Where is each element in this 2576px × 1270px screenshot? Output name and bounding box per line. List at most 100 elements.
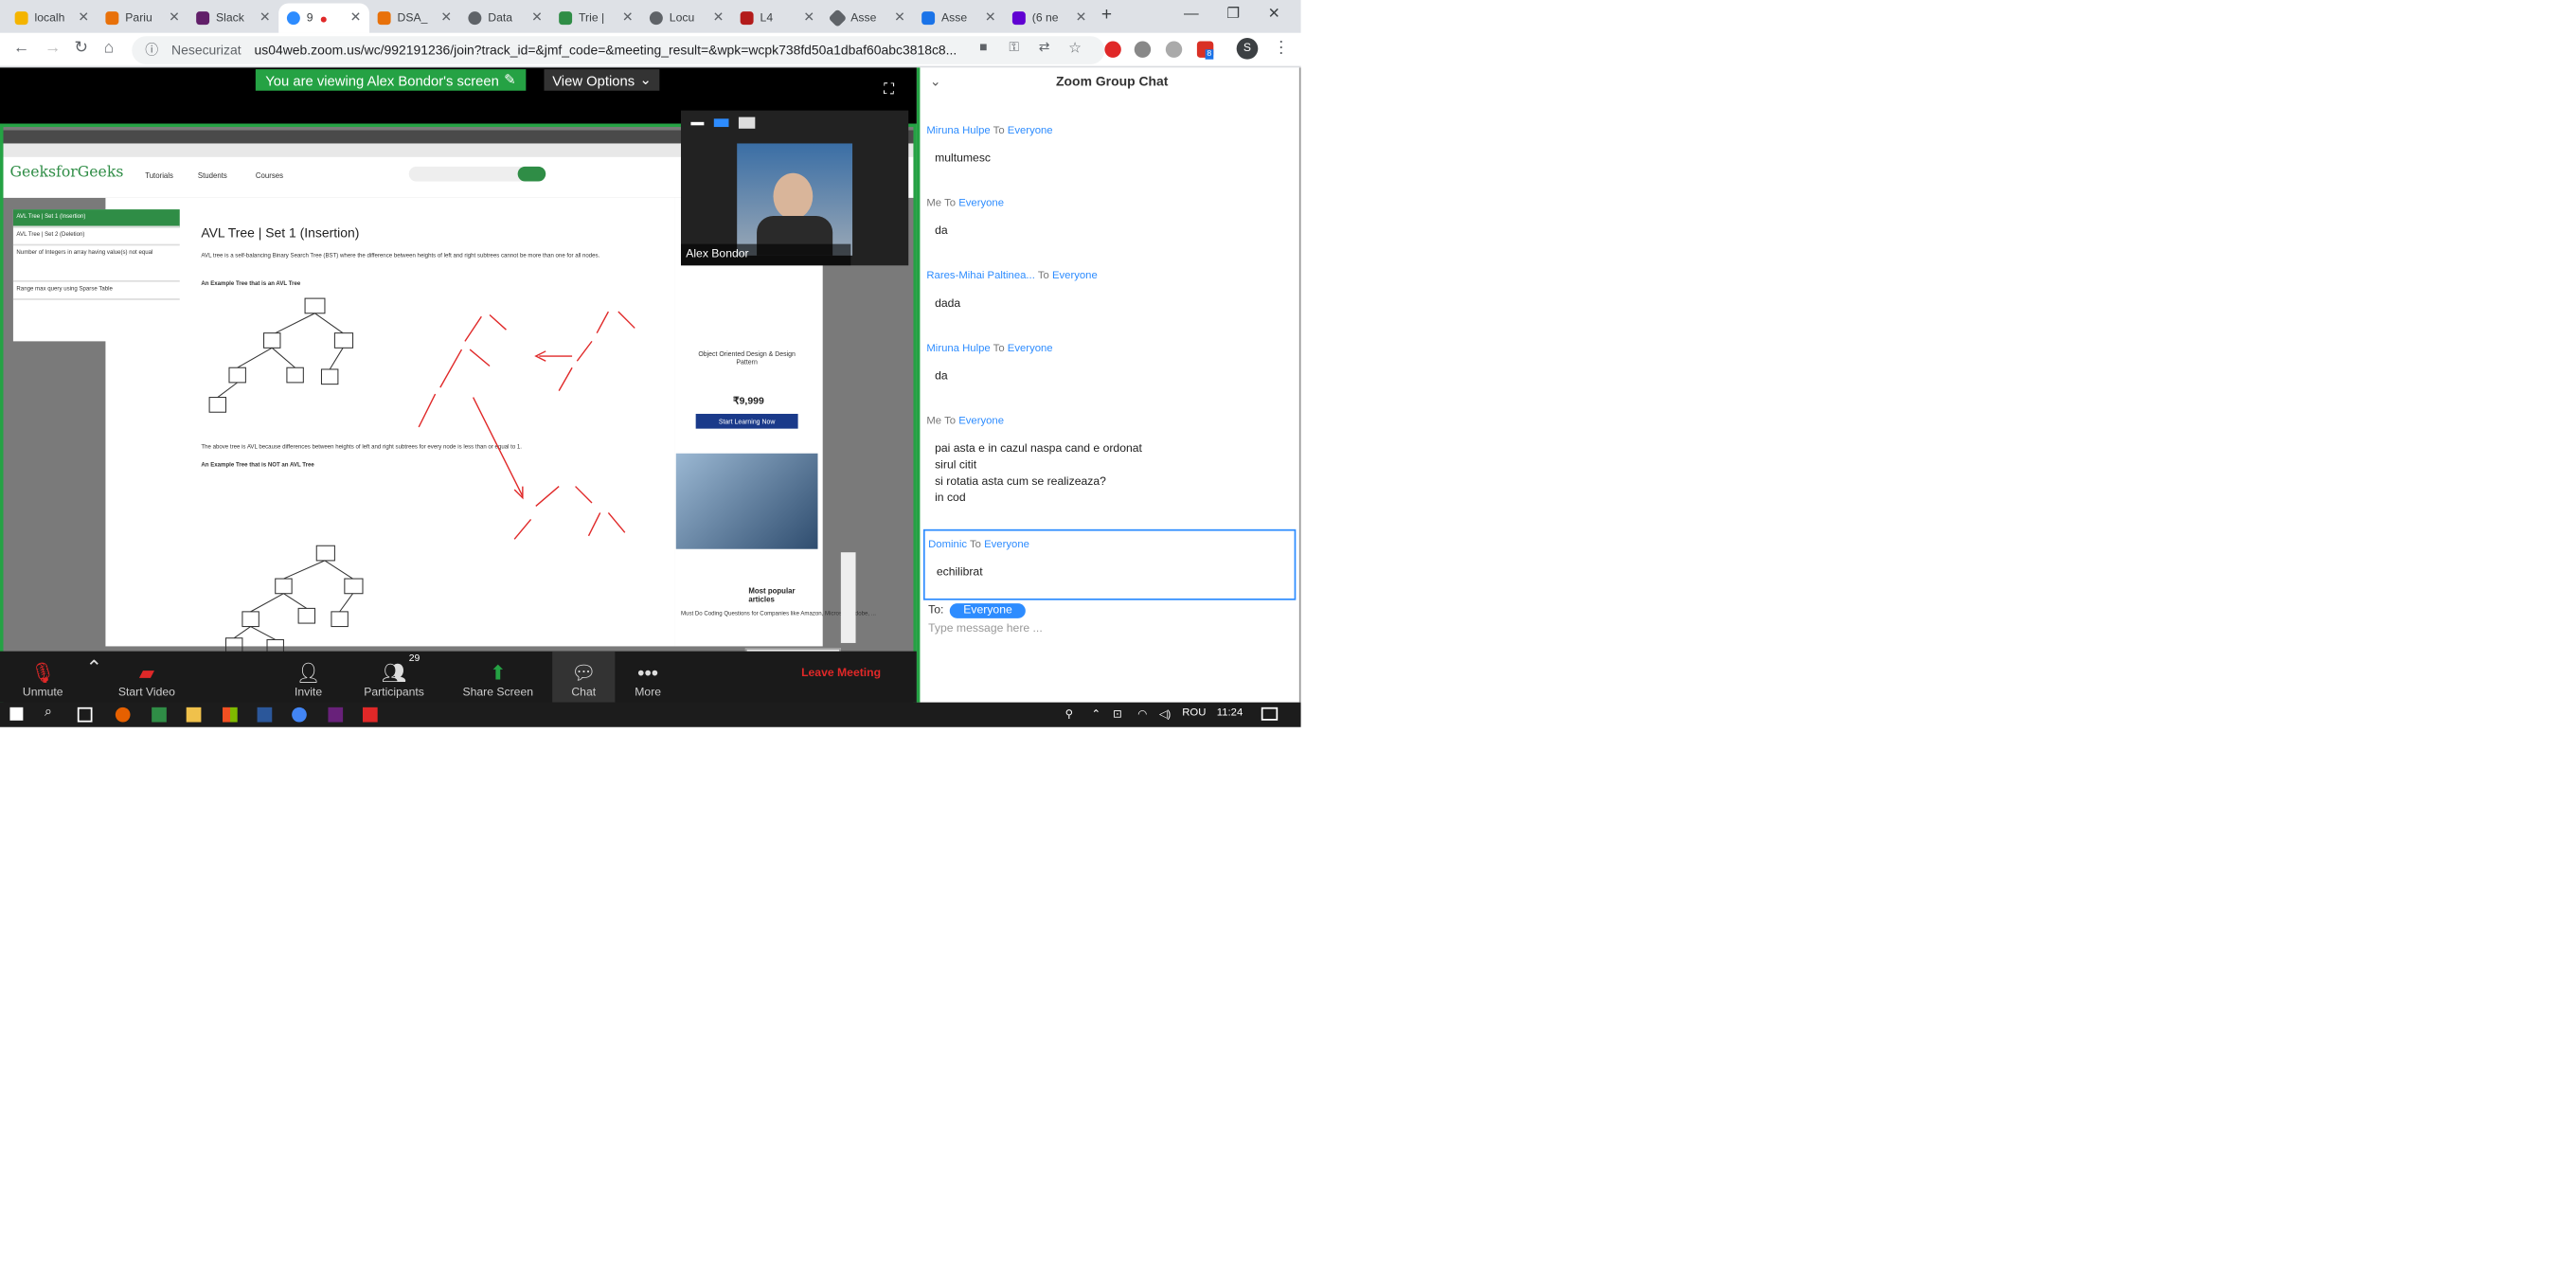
ad-photo xyxy=(675,453,818,549)
extension-badge: 8 xyxy=(1205,49,1213,60)
volume-icon[interactable]: ◁) xyxy=(1159,707,1171,721)
fullscreen-icon[interactable]: ⛶ xyxy=(884,80,894,98)
browser-tab[interactable]: Data ✕ xyxy=(460,3,551,32)
close-tab-icon[interactable]: ✕ xyxy=(531,9,543,25)
camera-icon[interactable]: ■ xyxy=(979,40,987,55)
close-window-icon[interactable]: ✕ xyxy=(1268,5,1280,23)
audio-options-button[interactable]: ⌃ xyxy=(82,652,105,703)
leave-meeting-button[interactable]: Leave Meeting xyxy=(801,668,881,679)
close-tab-icon[interactable]: ✕ xyxy=(78,9,89,25)
firefox-icon[interactable] xyxy=(115,707,131,723)
chat-bubble-icon: 💬︎ xyxy=(571,661,597,685)
wifi-icon[interactable]: ◠ xyxy=(1137,707,1147,721)
people-icon[interactable]: ⚲ xyxy=(1065,707,1073,721)
message-recipient: Everyone xyxy=(1051,270,1098,282)
viewing-banner: You are viewing Alex Bondor's screen ✎ xyxy=(255,69,526,91)
browser-tab[interactable]: Trie | ✕ xyxy=(550,3,641,32)
close-tab-icon[interactable]: ✕ xyxy=(894,9,905,25)
speaker-view-icon[interactable] xyxy=(713,118,729,128)
profile-avatar[interactable]: S xyxy=(1236,38,1259,60)
browser-tab[interactable]: Asse ✕ xyxy=(823,3,914,32)
close-tab-icon[interactable]: ✕ xyxy=(713,9,724,25)
app-icon[interactable] xyxy=(328,707,344,723)
close-tab-icon[interactable]: ✕ xyxy=(1076,9,1087,25)
search-icon[interactable]: ⌕ xyxy=(45,704,52,720)
app-icon[interactable] xyxy=(152,707,167,723)
extension-icon[interactable] xyxy=(1104,41,1121,58)
close-tab-icon[interactable]: ✕ xyxy=(803,9,814,25)
browser-tab[interactable]: Locu ✕ xyxy=(641,3,732,32)
home-icon[interactable]: ⌂ xyxy=(104,40,115,58)
tab-label: Trie | xyxy=(579,12,605,25)
more-button[interactable]: ••• More xyxy=(627,652,670,703)
key-icon[interactable]: ⚿ xyxy=(1009,40,1019,56)
to-word: To xyxy=(993,125,1005,137)
close-tab-icon[interactable]: ✕ xyxy=(985,9,996,25)
browser-tab[interactable]: DSA_ ✕ xyxy=(369,3,460,32)
tab-favicon-icon xyxy=(377,11,391,26)
restore-icon[interactable]: ❐ xyxy=(1226,5,1240,23)
back-icon[interactable]: ← xyxy=(13,40,29,58)
menu-kebab-icon[interactable]: ⋮ xyxy=(1273,40,1289,58)
task-view-icon[interactable] xyxy=(77,707,93,723)
chat-message-input[interactable]: Type message here ... xyxy=(928,623,1043,635)
unmute-button[interactable]: 🎙︎ Unmute xyxy=(16,652,69,703)
participant-name-label: Alex Bondor xyxy=(680,243,851,266)
browser-tab[interactable]: Asse ✕ xyxy=(913,3,1004,32)
close-tab-icon[interactable]: ✕ xyxy=(259,9,271,25)
file-explorer-icon[interactable] xyxy=(186,707,202,723)
browser-tab[interactable]: L4 ✕ xyxy=(732,3,823,32)
language-indicator[interactable]: ROU xyxy=(1182,707,1206,719)
message-sender[interactable]: Miruna Hulpe xyxy=(926,125,990,136)
minimize-video-icon[interactable] xyxy=(690,121,705,126)
browser-tab[interactable]: (6 ne ✕ xyxy=(1004,3,1095,32)
gallery-view-icon[interactable] xyxy=(738,116,756,129)
outlook-icon[interactable] xyxy=(257,707,273,723)
minimize-icon[interactable]: — xyxy=(1184,5,1199,21)
message-sender[interactable]: Miruna Hulpe xyxy=(926,343,990,354)
network-icon[interactable]: ⊡ xyxy=(1113,707,1121,721)
tab-label: Data xyxy=(488,12,513,25)
browser-tab-active[interactable]: 9 ● ✕ xyxy=(278,3,369,33)
windows-start-icon[interactable] xyxy=(9,707,24,721)
reload-icon[interactable]: ↻ xyxy=(74,40,88,58)
recipient-dropdown[interactable]: Everyone xyxy=(950,603,1026,618)
tab-label: Locu xyxy=(669,12,695,25)
tab-favicon-icon xyxy=(196,11,210,26)
microsoft-store-icon[interactable] xyxy=(223,707,238,723)
extension-icon[interactable] xyxy=(1134,41,1152,58)
start-video-button[interactable]: ▰ Start Video xyxy=(112,652,181,703)
chevron-up-icon[interactable]: ⌃ xyxy=(1091,707,1100,721)
translate-icon[interactable]: ⇄ xyxy=(1039,40,1050,55)
message-text: in cod xyxy=(935,492,966,505)
chrome-icon[interactable] xyxy=(292,707,307,723)
to-word: To xyxy=(969,539,981,551)
browser-tab[interactable]: Pariu ✕ xyxy=(98,3,188,32)
new-tab-icon[interactable]: + xyxy=(1101,5,1112,25)
clock[interactable]: 11:24 xyxy=(1217,707,1243,719)
chat-message-selected[interactable]: Dominic To Everyone echilibrat xyxy=(922,528,1297,600)
tab-favicon-icon xyxy=(921,11,936,26)
close-tab-icon[interactable]: ✕ xyxy=(169,9,180,25)
close-tab-icon[interactable]: ✕ xyxy=(350,9,362,25)
tab-label: L4 xyxy=(760,12,774,25)
url-input[interactable]: ⓘ Nesecurizat us04web.zoom.us/wc/9921912… xyxy=(132,36,1105,64)
tab-favicon-icon xyxy=(559,11,573,26)
browser-tab[interactable]: localh ✕ xyxy=(7,3,98,32)
message-sender[interactable]: Dominic xyxy=(928,539,967,550)
view-options-button[interactable]: View Options ⌄ xyxy=(544,69,660,91)
share-screen-button[interactable]: ⬆ Share Screen xyxy=(461,652,534,703)
browser-tab[interactable]: Slack ✕ xyxy=(188,3,278,32)
chat-message: Miruna Hulpe To Everyone multumesc xyxy=(926,125,1296,168)
message-sender[interactable]: Rares-Mihai Paltinea... xyxy=(926,271,1034,282)
extension-icon[interactable] xyxy=(1165,41,1183,58)
forward-icon[interactable]: → xyxy=(45,40,61,58)
close-tab-icon[interactable]: ✕ xyxy=(622,9,634,25)
bookmark-star-icon[interactable]: ☆ xyxy=(1068,40,1082,58)
invite-button[interactable]: 👤︎ Invite xyxy=(287,652,330,703)
message-text: da xyxy=(935,225,948,238)
acrobat-icon[interactable] xyxy=(362,707,378,723)
close-tab-icon[interactable]: ✕ xyxy=(440,9,452,25)
chat-button[interactable]: 💬︎ Chat xyxy=(552,651,616,703)
notifications-icon[interactable] xyxy=(1261,707,1279,721)
